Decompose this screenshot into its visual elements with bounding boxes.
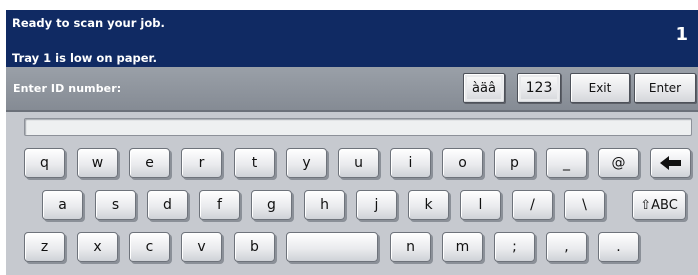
- job-count: 1: [675, 24, 688, 45]
- key-h[interactable]: h: [304, 190, 345, 220]
- left-arrow-icon: [659, 156, 681, 170]
- key-s[interactable]: s: [95, 190, 136, 220]
- key-p[interactable]: p: [494, 148, 535, 178]
- key-j[interactable]: j: [356, 190, 397, 220]
- key-at[interactable]: @: [598, 148, 639, 178]
- accent-characters-button[interactable]: àäâ: [463, 73, 505, 103]
- copier-screen: Ready to scan your job. Tray 1 is low on…: [6, 10, 698, 275]
- key-t[interactable]: t: [234, 148, 275, 178]
- key-period[interactable]: .: [598, 232, 639, 262]
- backspace-key[interactable]: [650, 148, 691, 178]
- key-c[interactable]: c: [129, 232, 170, 262]
- key-x[interactable]: x: [77, 232, 118, 262]
- shift-abc-key[interactable]: ⇧ABC: [632, 190, 686, 220]
- enter-button[interactable]: Enter: [634, 73, 696, 103]
- key-semicolon[interactable]: ;: [494, 232, 535, 262]
- key-u[interactable]: u: [338, 148, 379, 178]
- key-backslash[interactable]: \: [564, 190, 605, 220]
- key-slash[interactable]: /: [512, 190, 553, 220]
- key-n[interactable]: n: [390, 232, 431, 262]
- key-k[interactable]: k: [408, 190, 449, 220]
- key-r[interactable]: r: [181, 148, 222, 178]
- id-number-field[interactable]: [24, 118, 692, 136]
- key-underscore[interactable]: _: [546, 148, 587, 178]
- space-key[interactable]: [286, 232, 378, 262]
- numeric-keypad-button[interactable]: 123: [517, 73, 561, 103]
- key-b[interactable]: b: [234, 232, 275, 262]
- key-comma[interactable]: ,: [546, 232, 587, 262]
- prompt-bar: Enter ID number: àäâ 123 Exit Enter: [6, 67, 698, 112]
- key-z[interactable]: z: [24, 232, 65, 262]
- key-l[interactable]: l: [460, 190, 501, 220]
- key-f[interactable]: f: [199, 190, 240, 220]
- key-v[interactable]: v: [181, 232, 222, 262]
- key-y[interactable]: y: [286, 148, 327, 178]
- prompt-label: Enter ID number:: [13, 82, 122, 95]
- key-g[interactable]: g: [251, 190, 292, 220]
- status-message: Ready to scan your job.: [12, 16, 165, 30]
- status-bar: Ready to scan your job. Tray 1 is low on…: [6, 10, 698, 67]
- key-d[interactable]: d: [147, 190, 188, 220]
- key-i[interactable]: i: [390, 148, 431, 178]
- key-a[interactable]: a: [42, 190, 83, 220]
- key-q[interactable]: q: [24, 148, 65, 178]
- key-o[interactable]: o: [442, 148, 483, 178]
- exit-button[interactable]: Exit: [570, 73, 630, 103]
- key-m[interactable]: m: [442, 232, 483, 262]
- key-w[interactable]: w: [77, 148, 118, 178]
- key-e[interactable]: e: [129, 148, 170, 178]
- paper-warning-message: Tray 1 is low on paper.: [12, 51, 157, 65]
